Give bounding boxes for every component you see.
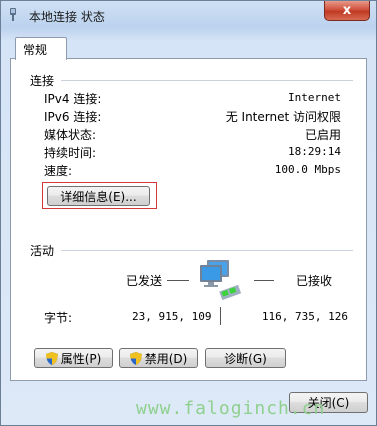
ipv6-value: 无 Internet 访问权限: [225, 110, 341, 124]
bytes-received-value: 116, 735, 126: [261, 310, 348, 323]
activity-heading: 活动: [30, 244, 55, 258]
received-line: [254, 280, 274, 281]
ipv4-value: Internet: [288, 91, 341, 104]
speed-value: 100.0 Mbps: [274, 163, 341, 176]
watermark: www.faloginch.cn: [136, 398, 326, 419]
tab-general[interactable]: 常规: [15, 37, 67, 60]
sent-line: [167, 280, 189, 281]
received-label: 已接收: [296, 274, 333, 288]
disable-button[interactable]: 禁用(D): [119, 348, 198, 368]
tab-general-label: 常规: [23, 43, 48, 57]
diagnose-button-label: 诊断(G): [224, 351, 267, 366]
status-dialog: 本地连接 状态 x 常规 连接 IPv4 连接: Internet IPv6 连…: [0, 0, 377, 426]
network-connection-icon: [10, 8, 16, 21]
speed-label: 速度:: [44, 164, 73, 178]
details-highlight-frame: [42, 182, 157, 209]
bytes-label: 字节:: [44, 311, 73, 325]
disable-button-label: 禁用(D): [144, 351, 188, 366]
shield-icon: [129, 351, 142, 365]
shield-icon: [45, 351, 58, 365]
activity-divider: [61, 250, 353, 251]
properties-button[interactable]: 属性(P): [34, 348, 113, 368]
title-bar[interactable]: 本地连接 状态 x: [1, 1, 376, 29]
connection-heading: 连接: [30, 74, 55, 88]
properties-button-label: 属性(P): [60, 351, 102, 366]
ipv6-label: IPv6 连接:: [44, 110, 102, 124]
window-title: 本地连接 状态: [29, 10, 105, 24]
duration-value: 18:29:14: [288, 145, 341, 158]
duration-label: 持续时间:: [44, 146, 97, 160]
sent-label: 已发送: [126, 274, 163, 288]
media-state-value: 已启用: [304, 128, 341, 142]
connection-divider: [61, 80, 353, 81]
tab-panel-general: 连接 IPv4 连接: Internet IPv6 连接: 无 Internet…: [10, 58, 367, 381]
close-window-button[interactable]: x: [324, 1, 370, 21]
diagnose-button[interactable]: 诊断(G): [205, 348, 286, 368]
activity-separator: [220, 307, 221, 325]
ipv4-label: IPv4 连接:: [44, 92, 102, 106]
media-state-label: 媒体状态:: [44, 128, 97, 142]
network-activity-icon: [200, 260, 242, 301]
close-icon: x: [342, 3, 352, 18]
bytes-sent-value: 23, 915, 109: [132, 310, 212, 323]
